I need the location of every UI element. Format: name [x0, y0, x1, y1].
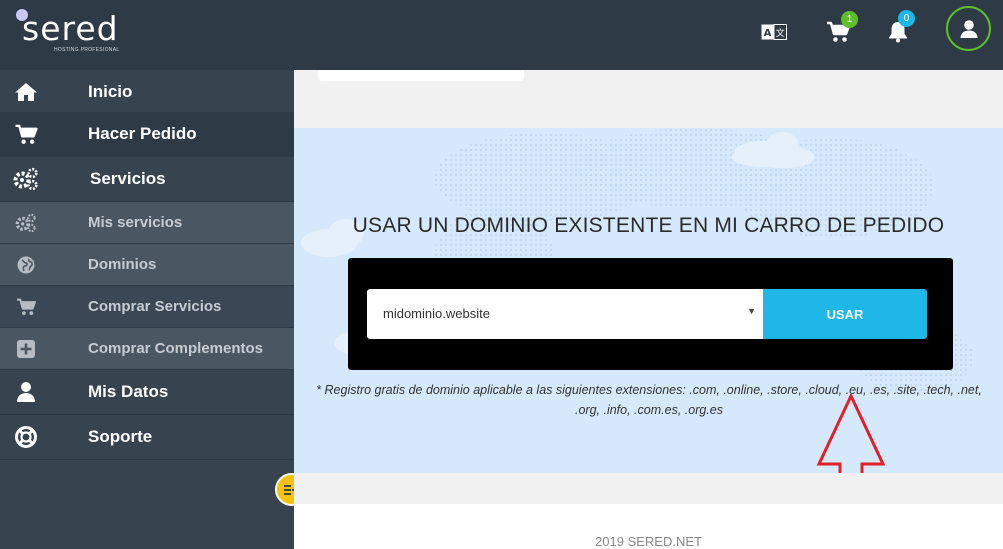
- sidebar-item-label: Comprar Servicios: [88, 298, 222, 315]
- gears-icon: [13, 166, 39, 192]
- logo[interactable]: sered HOSTING PROFESIONAL: [14, 6, 134, 54]
- plus-square-icon: [13, 336, 39, 362]
- sidebar-item-comprar-servicios[interactable]: Comprar Servicios: [0, 286, 294, 328]
- sidebar-item-label: Hacer Pedido: [88, 124, 197, 143]
- top-bar: sered HOSTING PROFESIONAL A 文 1 0: [0, 0, 1003, 70]
- sidebar-item-label: Comprar Complementos: [88, 340, 264, 357]
- gears-icon: [13, 210, 39, 236]
- domain-select-value: midominio.website: [383, 306, 490, 321]
- notifications-count-badge: 0: [898, 10, 915, 27]
- home-icon: [13, 79, 39, 105]
- user-icon: [13, 379, 39, 405]
- svg-text:A: A: [764, 28, 772, 39]
- sidebar-item-inicio[interactable]: Inicio: [0, 70, 294, 115]
- svg-text:文: 文: [776, 27, 785, 39]
- sidebar-item-label: Inicio: [88, 82, 133, 101]
- sidebar-item-comprar-complementos[interactable]: Comprar Complementos: [0, 328, 294, 370]
- footer-copyright: 2019 SERED.NET: [595, 534, 702, 549]
- sidebar-item-label: Soporte: [88, 427, 153, 446]
- notifications-button[interactable]: 0: [880, 10, 916, 50]
- free-domain-note: * Registro gratis de dominio aplicable a…: [316, 383, 982, 417]
- chevron-down-icon: ▼: [747, 306, 756, 316]
- sidebar-item-mis-servicios[interactable]: Mis servicios: [0, 202, 294, 244]
- sidebar-item-label: Dominios: [88, 256, 157, 273]
- cart-icon: [13, 121, 39, 147]
- sidebar-item-label: Mis Datos: [88, 382, 169, 401]
- usar-button[interactable]: USAR: [763, 289, 927, 339]
- user-menu-button[interactable]: [946, 6, 991, 51]
- top-card: [318, 70, 524, 81]
- sidebar-item-mis-datos[interactable]: Mis Datos: [0, 370, 294, 415]
- domain-hero-section: USAR UN DOMINIO EXISTENTE EN MI CARRO DE…: [294, 128, 1003, 473]
- cart-icon: [13, 294, 39, 320]
- sidebar-item-label: Mis servicios: [88, 214, 183, 231]
- domain-search-box: midominio.website ▼ USAR: [348, 258, 953, 370]
- lifebuoy-icon: [13, 424, 39, 450]
- sidebar-item-soporte[interactable]: Soporte: [0, 415, 294, 460]
- footer: 2019 SERED.NET: [294, 504, 1003, 549]
- cart-button[interactable]: 1: [820, 11, 858, 50]
- user-icon: [960, 19, 977, 38]
- red-arrow-annotation: [816, 394, 886, 473]
- page-title: USAR UN DOMINIO EXISTENTE EN MI CARRO DE…: [352, 214, 945, 237]
- translate-icon[interactable]: A 文: [756, 14, 792, 50]
- globe-icon: [13, 252, 39, 278]
- domain-select[interactable]: midominio.website ▼: [367, 289, 763, 339]
- sidebar-item-dominios[interactable]: Dominios: [0, 244, 294, 286]
- logo-tagline: HOSTING PROFESIONAL: [54, 47, 120, 53]
- sidebar-item-hacer-pedido[interactable]: Hacer Pedido: [0, 112, 294, 157]
- logo-wordmark: sered: [22, 9, 119, 48]
- cart-count-badge: 1: [841, 11, 858, 28]
- main-content: USAR UN DOMINIO EXISTENTE EN MI CARRO DE…: [294, 70, 1003, 549]
- sidebar-item-servicios[interactable]: Servicios: [0, 157, 294, 202]
- sidebar-item-label: Servicios: [90, 169, 166, 188]
- sidebar: Inicio Hacer Pedido Servicios Mis servic…: [0, 70, 294, 549]
